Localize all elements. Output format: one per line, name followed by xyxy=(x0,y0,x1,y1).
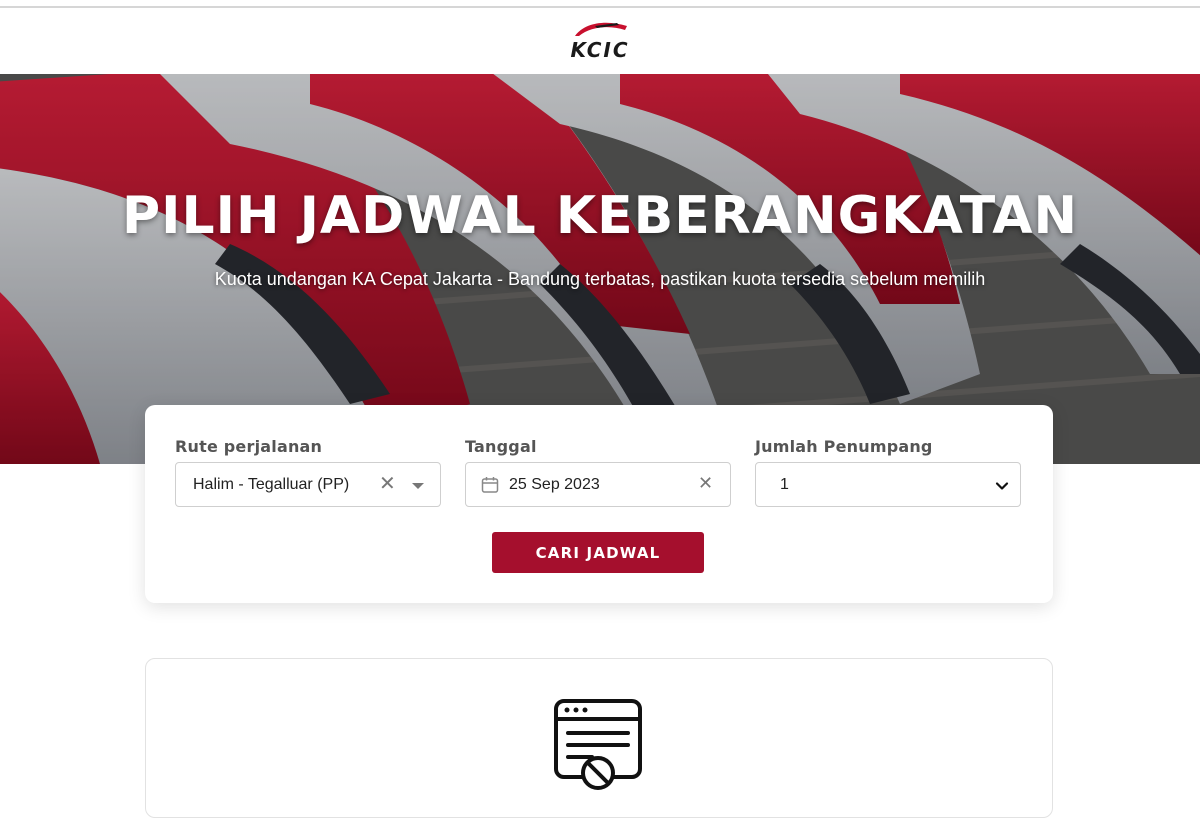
logo-text: KCIC xyxy=(570,38,630,62)
date-label: Tanggal xyxy=(465,437,537,456)
no-schedule-icon xyxy=(554,699,642,790)
route-clear-icon[interactable]: ✕ xyxy=(379,474,396,494)
date-value: 25 Sep 2023 xyxy=(509,475,600,493)
page-title: PILIH JADWAL KEBERANGKATAN xyxy=(122,186,1078,246)
kcic-logo[interactable]: KCIC xyxy=(555,16,645,66)
schedule-results-card xyxy=(145,658,1053,818)
site-header: KCIC xyxy=(0,8,1200,74)
page-subtitle: Kuota undangan KA Cepat Jakarta - Bandun… xyxy=(214,269,986,289)
route-caret-down-icon[interactable] xyxy=(412,483,424,489)
date-picker[interactable]: 25 Sep 2023 ✕ xyxy=(465,462,731,507)
schedule-search-card: Rute perjalanan Halim - Tegalluar (PP) ✕… xyxy=(145,405,1053,603)
passenger-label: Jumlah Penumpang xyxy=(755,437,933,456)
calendar-icon xyxy=(481,476,499,493)
chevron-down-icon xyxy=(995,482,1009,490)
date-clear-icon[interactable]: ✕ xyxy=(698,474,713,492)
search-schedule-button[interactable]: CARI JADWAL xyxy=(492,532,704,573)
top-border xyxy=(0,0,1200,8)
passenger-select[interactable]: 1 xyxy=(755,462,1021,507)
route-value: Halim - Tegalluar (PP) xyxy=(193,475,350,493)
route-label: Rute perjalanan xyxy=(175,437,323,456)
route-select[interactable]: Halim - Tegalluar (PP) ✕ xyxy=(175,462,441,507)
passenger-value: 1 xyxy=(780,475,789,493)
